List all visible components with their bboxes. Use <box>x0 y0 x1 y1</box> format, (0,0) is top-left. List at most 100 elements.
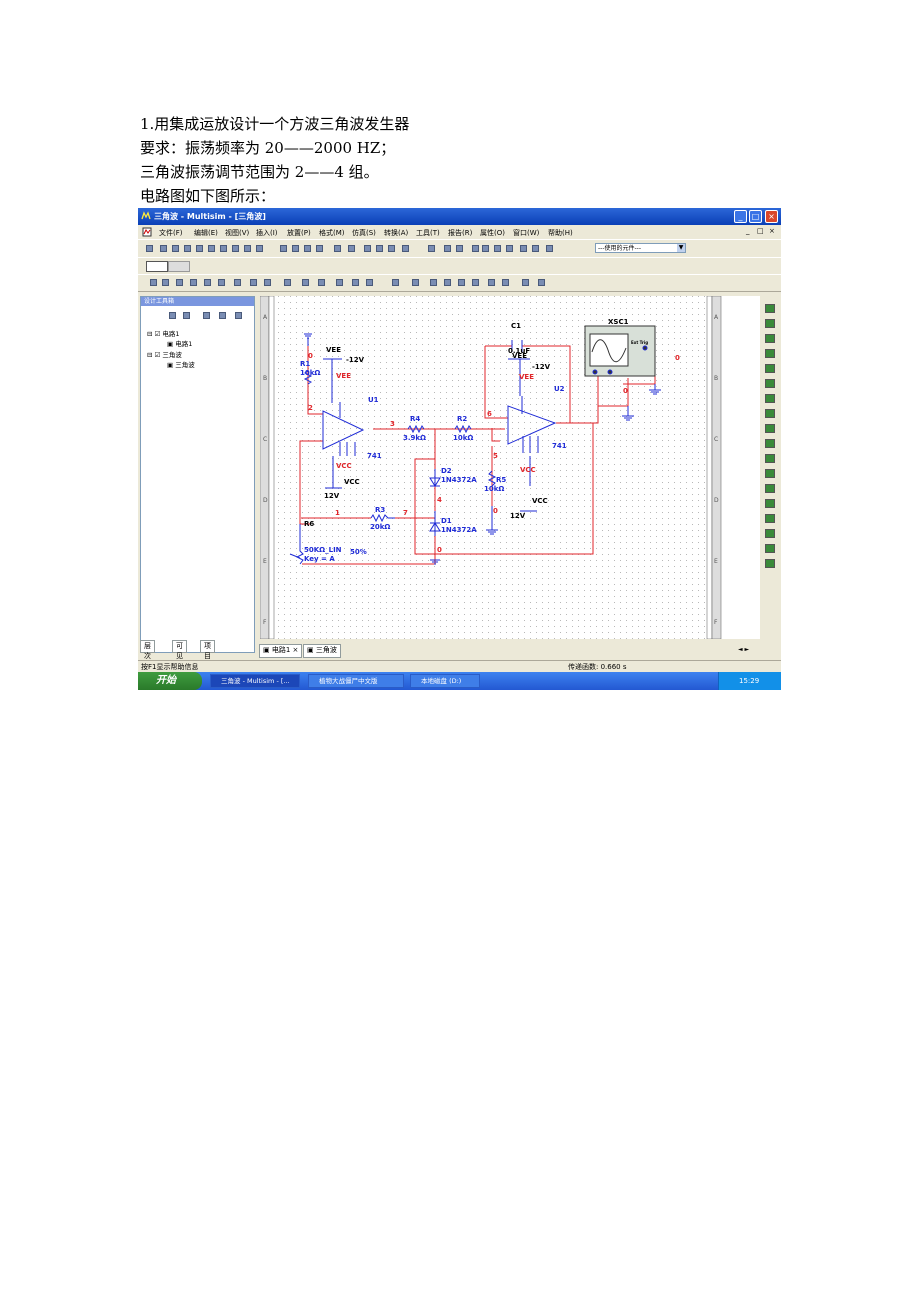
toolbar-tool-icon[interactable] <box>304 245 311 252</box>
toolbar-tool-icon[interactable] <box>146 245 153 252</box>
instrument-icon[interactable] <box>765 424 775 433</box>
in-use-components-combo[interactable]: ---使用的元件--- ▼ <box>595 243 686 253</box>
component-tool-icon[interactable] <box>430 279 437 286</box>
component-tool-icon[interactable] <box>190 279 197 286</box>
instrument-icon[interactable] <box>765 304 775 313</box>
toolbar-tool-icon[interactable] <box>532 245 539 252</box>
menu-view[interactable]: 视图(V) <box>225 228 249 238</box>
start-button[interactable]: 开始 <box>138 672 202 690</box>
toolbar-tool-icon[interactable] <box>428 245 435 252</box>
component-tool-icon[interactable] <box>250 279 257 286</box>
maximize-button[interactable]: □ <box>749 210 762 223</box>
instrument-icon[interactable] <box>765 484 775 493</box>
toggle-off-icon[interactable] <box>168 261 190 272</box>
horizontal-scroll-arrows[interactable]: ◄ ► <box>738 646 778 656</box>
mdi-restore-button[interactable]: □ <box>757 227 764 235</box>
mdi-minimize-button[interactable]: _ <box>746 227 750 235</box>
component-tool-icon[interactable] <box>150 279 157 286</box>
menu-options[interactable]: 属性(O) <box>480 228 505 238</box>
toolbar-tool-icon[interactable] <box>232 245 239 252</box>
component-tool-icon[interactable] <box>264 279 271 286</box>
menu-tools[interactable]: 工具(T) <box>416 228 440 238</box>
menu-reports[interactable]: 报告(R) <box>448 228 472 238</box>
toolbar-tool-icon[interactable] <box>292 245 299 252</box>
tree-item-circuit1[interactable]: ⊟ ☑ 电路1 <box>147 328 180 338</box>
menu-format[interactable]: 格式(M) <box>319 228 345 238</box>
menu-edit[interactable]: 编辑(E) <box>194 228 218 238</box>
menu-place[interactable]: 放置(P) <box>287 228 311 238</box>
menu-simulate[interactable]: 仿真(S) <box>352 228 376 238</box>
instrument-icon[interactable] <box>765 439 775 448</box>
component-tool-icon[interactable] <box>218 279 225 286</box>
tab-circuit1[interactable]: ▣ 电路1 × <box>259 644 303 658</box>
menu-insert[interactable]: 插入(I) <box>256 228 278 238</box>
menu-file[interactable]: 文件(F) <box>159 228 183 238</box>
new-icon[interactable] <box>169 312 176 319</box>
toolbar-tool-icon[interactable] <box>482 245 489 252</box>
chevron-down-icon[interactable]: ▼ <box>677 244 685 252</box>
toolbar-tool-icon[interactable] <box>520 245 527 252</box>
toolbar-tool-icon[interactable] <box>172 245 179 252</box>
instrument-icon[interactable] <box>765 454 775 463</box>
close-button[interactable]: × <box>765 210 778 223</box>
tree-item-triangle-sheet[interactable]: ▣ 三角波 <box>167 359 195 369</box>
component-tool-icon[interactable] <box>522 279 529 286</box>
instrument-icon[interactable] <box>765 319 775 328</box>
toolbar-tool-icon[interactable] <box>196 245 203 252</box>
instrument-icon[interactable] <box>765 559 775 568</box>
toolbar-tool-icon[interactable] <box>316 245 323 252</box>
component-tool-icon[interactable] <box>502 279 509 286</box>
toolbar-tool-icon[interactable] <box>388 245 395 252</box>
toolbar-tool-icon[interactable] <box>208 245 215 252</box>
component-tool-icon[interactable] <box>392 279 399 286</box>
tab-visibility[interactable]: 可见 <box>172 640 187 660</box>
toolbar-tool-icon[interactable] <box>244 245 251 252</box>
toolbar-tool-icon[interactable] <box>256 245 263 252</box>
toolbar-tool-icon[interactable] <box>456 245 463 252</box>
component-tool-icon[interactable] <box>444 279 451 286</box>
toolbar-tool-icon[interactable] <box>184 245 191 252</box>
taskbar-item-pvz[interactable]: 植物大战僵尸中文版 <box>308 674 404 688</box>
instrument-icon[interactable] <box>765 514 775 523</box>
component-tool-icon[interactable] <box>302 279 309 286</box>
tab-project-view[interactable]: 项目视图 <box>200 640 215 680</box>
component-tool-icon[interactable] <box>204 279 211 286</box>
component-tool-icon[interactable] <box>318 279 325 286</box>
component-tool-icon[interactable] <box>488 279 495 286</box>
toolbar-tool-icon[interactable] <box>364 245 371 252</box>
component-tool-icon[interactable] <box>284 279 291 286</box>
toolbar-tool-icon[interactable] <box>334 245 341 252</box>
tab-hierarchy[interactable]: 层次 <box>140 640 155 660</box>
tree-item-triangle[interactable]: ⊟ ☑ 三角波 <box>147 349 182 359</box>
tree-item-circuit1-sheet[interactable]: ▣ 电路1 <box>167 338 192 348</box>
close-doc-icon[interactable] <box>219 312 226 319</box>
toolbar-tool-icon[interactable] <box>546 245 553 252</box>
schematic-canvas[interactable]: A B C D E F A B C D E F R1 10kΩ VEE -12V… <box>259 295 760 640</box>
tab-triangle[interactable]: ▣ 三角波 <box>303 644 341 658</box>
instrument-icon[interactable] <box>765 529 775 538</box>
component-tool-icon[interactable] <box>336 279 343 286</box>
toolbar-tool-icon[interactable] <box>472 245 479 252</box>
mdi-close-button[interactable]: × <box>769 227 775 235</box>
instrument-icon[interactable] <box>765 469 775 478</box>
toolbar-tool-icon[interactable] <box>402 245 409 252</box>
toggle-icon[interactable] <box>146 261 168 272</box>
component-tool-icon[interactable] <box>538 279 545 286</box>
toolbar-tool-icon[interactable] <box>280 245 287 252</box>
hierarchy-icon[interactable] <box>235 312 242 319</box>
toolbar-tool-icon[interactable] <box>444 245 451 252</box>
instrument-icon[interactable] <box>765 364 775 373</box>
minimize-button[interactable]: _ <box>734 210 747 223</box>
component-tool-icon[interactable] <box>458 279 465 286</box>
toolbar-tool-icon[interactable] <box>506 245 513 252</box>
instrument-icon[interactable] <box>765 334 775 343</box>
toolbar-tool-icon[interactable] <box>376 245 383 252</box>
menu-window[interactable]: 窗口(W) <box>513 228 539 238</box>
instrument-icon[interactable] <box>765 349 775 358</box>
toolbar-tool-icon[interactable] <box>160 245 167 252</box>
menu-transfer[interactable]: 转换(A) <box>384 228 408 238</box>
instrument-icon[interactable] <box>765 379 775 388</box>
instrument-icon[interactable] <box>765 544 775 553</box>
taskbar-item-disk[interactable]: 本地磁盘 (D:) <box>410 674 480 688</box>
toolbar-tool-icon[interactable] <box>220 245 227 252</box>
